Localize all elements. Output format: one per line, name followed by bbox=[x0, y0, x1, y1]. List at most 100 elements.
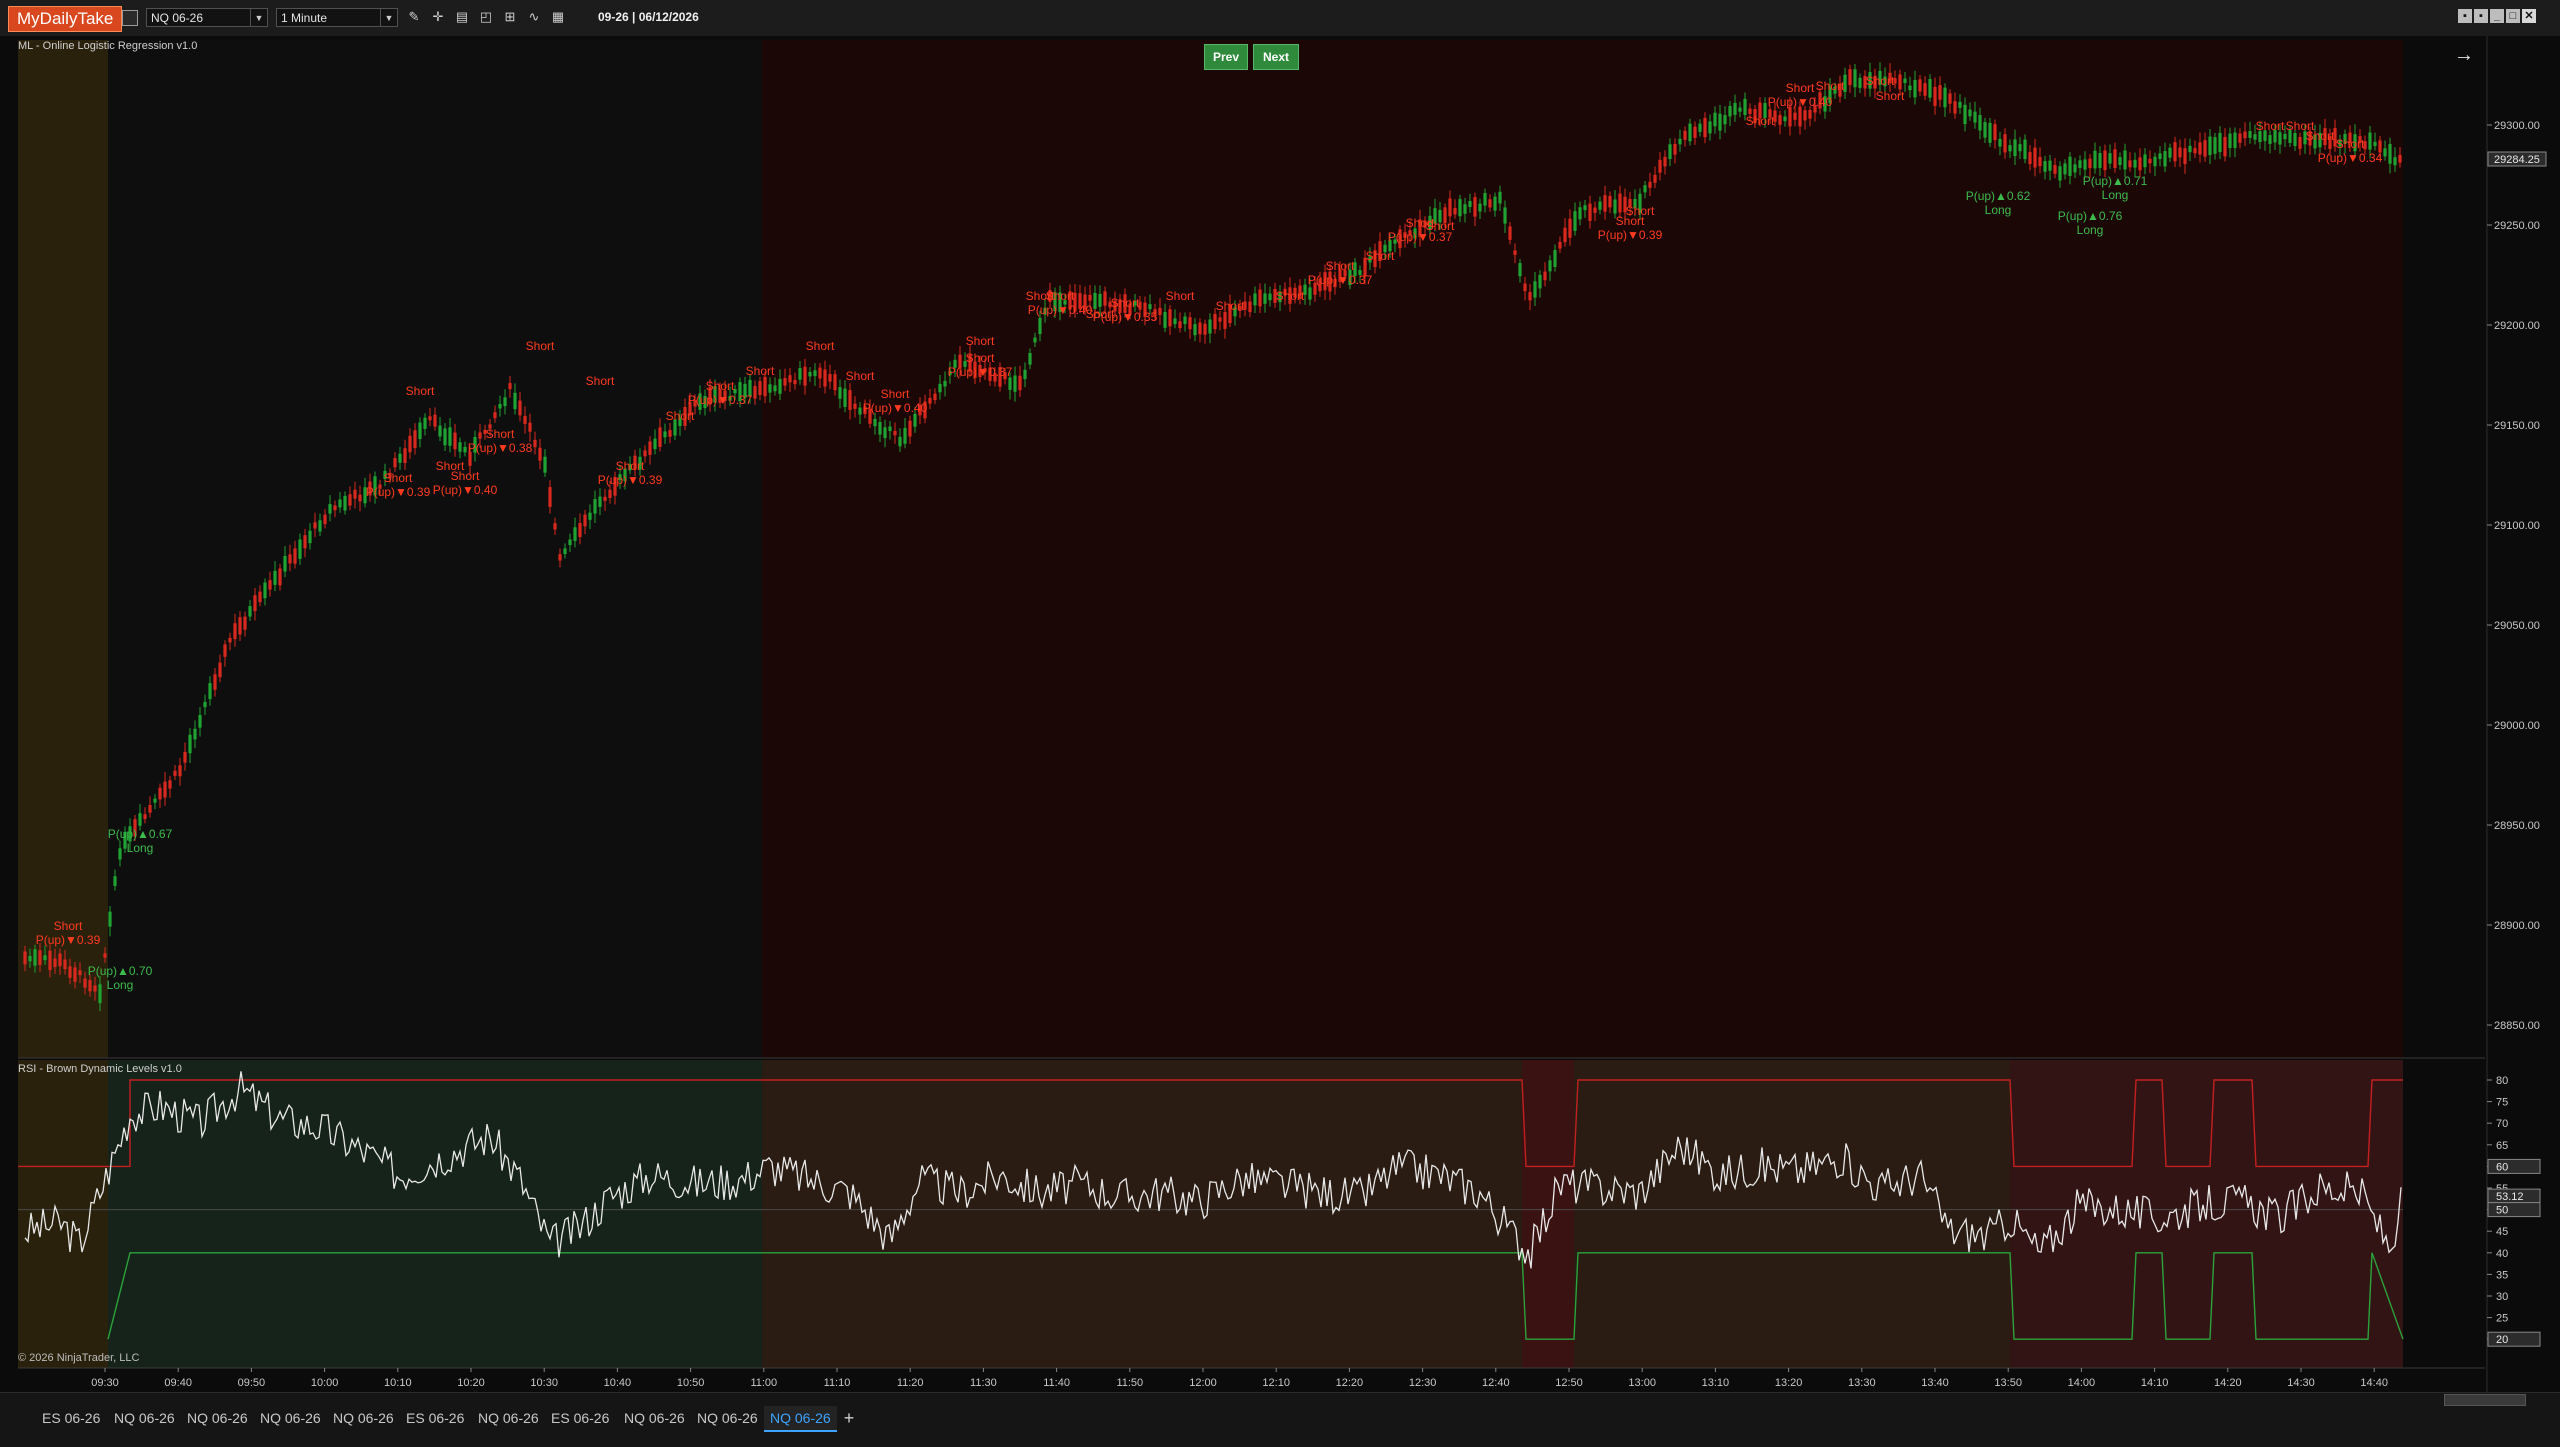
candle-body bbox=[2163, 151, 2167, 167]
candle-body bbox=[1703, 117, 1707, 138]
candle-body bbox=[188, 734, 192, 754]
candle-body bbox=[1683, 130, 1687, 140]
prev-button[interactable]: Prev bbox=[1204, 44, 1248, 70]
zoom-icon[interactable]: ⊞ bbox=[502, 9, 518, 25]
candle-body bbox=[428, 416, 432, 421]
chart-canvas[interactable]: 29300.00 29250.00 29200.00 29150.00 29100.00… bbox=[0, 36, 2560, 1392]
candle-body bbox=[1693, 126, 1697, 138]
signal-short-prob: P(up)▼0.37 bbox=[688, 393, 753, 407]
candle-body bbox=[888, 426, 892, 431]
candle-body bbox=[1803, 110, 1807, 121]
chevron-down-icon[interactable]: ▼ bbox=[250, 9, 267, 26]
candle-body bbox=[1738, 107, 1742, 112]
time-tick-label: 09:30 bbox=[91, 1377, 119, 1389]
candle-body bbox=[478, 432, 482, 439]
pencil-icon[interactable]: ✎ bbox=[406, 9, 422, 25]
strategies-icon[interactable]: ▦ bbox=[550, 9, 566, 25]
candle-body bbox=[903, 427, 907, 444]
candle-body bbox=[1798, 106, 1802, 127]
instrument-select[interactable]: NQ 06-26 ▼ bbox=[146, 8, 268, 27]
window-layout-icon[interactable]: ▪ bbox=[2474, 9, 2488, 23]
candle-body bbox=[63, 959, 67, 970]
window-tile-icon[interactable]: ▪ bbox=[2458, 9, 2472, 23]
candle-body bbox=[118, 848, 122, 860]
candle-body bbox=[103, 953, 107, 958]
drawing-tools-icon[interactable]: ◰ bbox=[478, 9, 494, 25]
candle-body bbox=[228, 637, 232, 643]
candle-body bbox=[803, 366, 807, 386]
candle-body bbox=[2243, 131, 2247, 139]
candle-body bbox=[883, 427, 887, 439]
chevron-down-icon[interactable]: ▼ bbox=[380, 9, 397, 26]
copyright: © 2026 NinjaTrader, LLC bbox=[18, 1352, 140, 1364]
crosshair-icon[interactable]: ✛ bbox=[430, 9, 446, 25]
tab-nq-06-26[interactable]: NQ 06-26 bbox=[618, 1406, 691, 1430]
candle-body bbox=[2018, 144, 2022, 152]
signal-long-prob: P(up)▲0.70 bbox=[88, 964, 153, 978]
tab-nq-06-26[interactable]: NQ 06-26 bbox=[181, 1406, 254, 1430]
chart-date-range: 09-26 | 06/12/2026 bbox=[598, 10, 699, 24]
tab-nq-06-26[interactable]: NQ 06-26 bbox=[327, 1406, 400, 1430]
horizontal-scrollbar[interactable] bbox=[2444, 1394, 2526, 1406]
candle-body bbox=[68, 966, 72, 978]
time-tick-label: 13:50 bbox=[1994, 1377, 2022, 1389]
tab-nq-06-26-active[interactable]: NQ 06-26 bbox=[764, 1406, 837, 1432]
candle-body bbox=[1013, 375, 1017, 392]
time-tick-label: 12:00 bbox=[1189, 1377, 1217, 1389]
time-tick-label: 13:00 bbox=[1628, 1377, 1656, 1389]
candle-body bbox=[1583, 205, 1587, 211]
candle-body bbox=[293, 548, 297, 564]
candle-body bbox=[2038, 156, 2042, 167]
price-tick-label: 29150.00 bbox=[2494, 420, 2540, 432]
candle-body bbox=[1963, 104, 1967, 125]
data-box-icon[interactable]: ▤ bbox=[454, 9, 470, 25]
candle-body bbox=[2278, 132, 2282, 145]
candle-body bbox=[1563, 227, 1567, 243]
candle-body bbox=[1448, 198, 1452, 217]
arrow-right-icon[interactable]: → bbox=[2454, 44, 2474, 67]
candle-body bbox=[213, 674, 217, 690]
candle-body bbox=[1848, 69, 1852, 86]
candle-body bbox=[1598, 201, 1602, 210]
price-tick-label: 29250.00 bbox=[2494, 220, 2540, 232]
premarket-region bbox=[18, 40, 108, 1058]
candle-body bbox=[1098, 293, 1102, 307]
candle-body bbox=[1708, 121, 1712, 134]
signal-short-label: Short bbox=[1111, 296, 1140, 310]
tab-nq-06-26[interactable]: NQ 06-26 bbox=[254, 1406, 327, 1430]
tab-es-06-26[interactable]: ES 06-26 bbox=[400, 1406, 470, 1430]
candle-body bbox=[1673, 143, 1677, 155]
candle-body bbox=[1268, 293, 1272, 301]
signal-short-label: Short bbox=[1816, 79, 1845, 93]
candle-body bbox=[1258, 289, 1262, 307]
signal-short-label: Short bbox=[1026, 289, 1055, 303]
candle-body bbox=[353, 489, 357, 499]
tab-nq-06-26[interactable]: NQ 06-26 bbox=[472, 1406, 545, 1430]
add-tab-icon[interactable]: + bbox=[838, 1406, 860, 1430]
candle-body bbox=[2128, 160, 2132, 168]
candle-body bbox=[243, 616, 247, 630]
tab-es-06-26[interactable]: ES 06-26 bbox=[36, 1406, 106, 1430]
candle-body bbox=[503, 397, 507, 407]
time-tick-label: 12:10 bbox=[1262, 1377, 1290, 1389]
indicators-icon[interactable]: ∿ bbox=[526, 9, 542, 25]
candle-body bbox=[1933, 86, 1937, 106]
next-button[interactable]: Next bbox=[1253, 44, 1299, 70]
candle-body bbox=[2213, 137, 2217, 154]
close-icon[interactable]: ✕ bbox=[2522, 9, 2536, 23]
interval-select[interactable]: 1 Minute ▼ bbox=[276, 8, 398, 27]
candle-body bbox=[1008, 377, 1012, 390]
maximize-icon[interactable]: □ bbox=[2506, 9, 2520, 23]
chart-properties-icon[interactable] bbox=[122, 10, 138, 26]
candle-body bbox=[453, 432, 457, 450]
tab-nq-06-26[interactable]: NQ 06-26 bbox=[691, 1406, 764, 1430]
rsi-tick-label: 75 bbox=[2496, 1097, 2508, 1109]
candle-body bbox=[908, 420, 912, 437]
tab-es-06-26[interactable]: ES 06-26 bbox=[545, 1406, 615, 1430]
candle-body bbox=[508, 383, 512, 390]
candle-body bbox=[98, 984, 102, 1004]
candle-body bbox=[1938, 85, 1942, 100]
tab-nq-06-26[interactable]: NQ 06-26 bbox=[108, 1406, 181, 1430]
minimize-icon[interactable]: _ bbox=[2490, 9, 2504, 23]
signal-short-label: Short bbox=[1746, 114, 1775, 128]
